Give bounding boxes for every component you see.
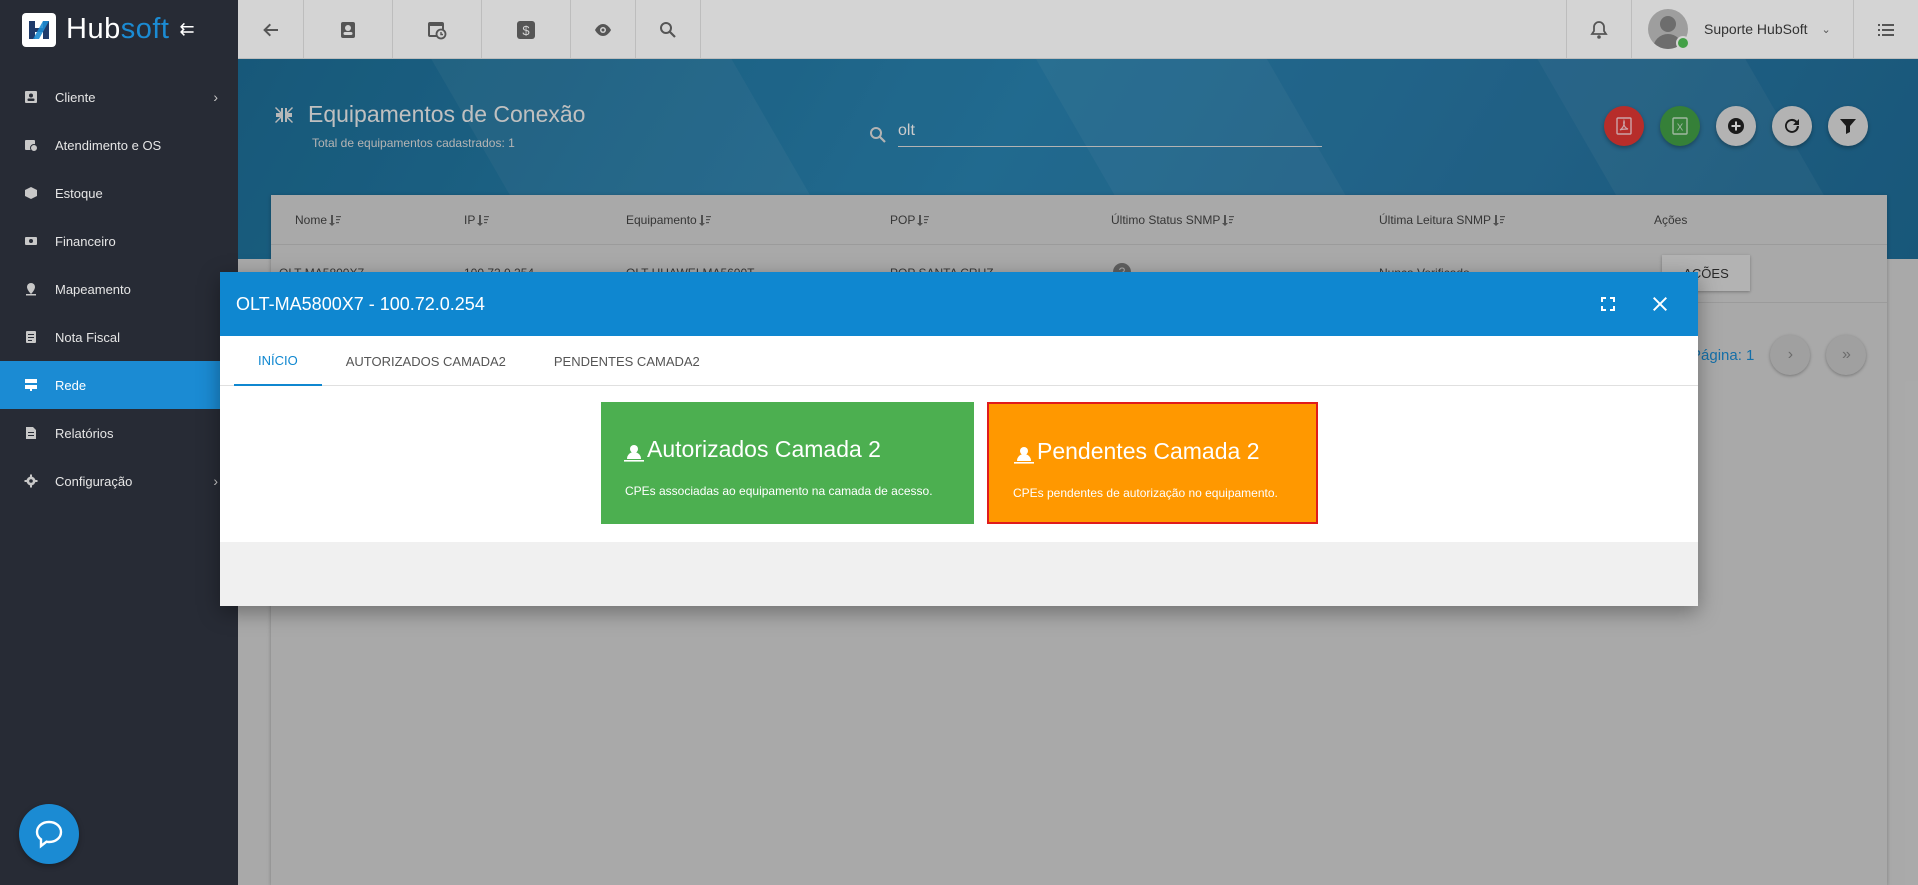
sidebar-item-label: Estoque [55,185,103,201]
modal-tabs: INÍCIO AUTORIZADOS CAMADA2 PENDENTES CAM… [220,336,1698,386]
notifications-button[interactable] [1567,0,1632,59]
user-name: Suporte HubSoft [1704,21,1808,37]
money-icon [25,237,37,245]
sidebar-item-label: Mapeamento [55,281,131,297]
box-icon [25,187,37,199]
tab-inicio[interactable]: INÍCIO [234,336,322,386]
online-status-icon [1676,36,1690,50]
chevron-right-icon: › [213,473,218,489]
fullscreen-icon [1601,297,1615,311]
sidebar-item-label: Atendimento e OS [55,137,162,153]
tile-title-text: Pendentes Camada 2 [1037,438,1260,464]
contact-card-icon [25,91,37,103]
pendentes-camada2-tile[interactable]: Pendentes Camada 2 CPEs pendentes de aut… [987,402,1318,524]
topbar-spacer [701,0,1567,58]
chat-button[interactable] [19,804,79,864]
sidebar-item-atendimento[interactable]: Atendimento e OS [0,121,238,169]
tab-autorizados-camada2[interactable]: AUTORIZADOS CAMADA2 [322,336,530,386]
sidebar-item-label: Financeiro [55,233,116,249]
sidebar-item-label: Configuração [55,473,133,489]
server-icon [25,379,37,391]
list-menu-button[interactable] [1854,0,1918,59]
close-button[interactable] [1648,292,1672,316]
back-button[interactable] [238,0,304,59]
search-icon [660,21,676,38]
user-network-icon [1014,447,1034,464]
top-bar: $ Suporte HubSoft ⌄ [238,0,1918,59]
map-pin-icon [26,283,36,296]
sidebar-item-mapeamento[interactable]: Mapeamento [0,265,238,313]
tile-description: CPEs pendentes de autorização no equipam… [1013,486,1278,500]
modal-title: OLT-MA5800X7 - 100.72.0.254 [236,293,485,314]
logo-hub-text: Hub [66,13,121,45]
eye-icon [595,23,611,36]
arrow-left-icon [262,23,278,36]
tile-title: Pendentes Camada 2 [1013,438,1260,465]
user-network-icon [624,445,644,462]
tile-title: Autorizados Camada 2 [623,436,881,463]
tab-pendentes-camada2[interactable]: PENDENTES CAMADA2 [530,336,724,386]
clients-button[interactable] [304,0,393,59]
chat-bubble-icon [35,820,63,849]
sidebar-item-relatorios[interactable]: Relatórios [0,409,238,457]
sidebar-item-label: Rede [55,377,87,393]
search-button[interactable] [636,0,701,59]
hubsoft-logo-icon [22,12,56,47]
document-icon [26,331,36,343]
sidebar-item-cliente[interactable]: Cliente › [0,73,238,121]
logo-text: Hubsoft [66,13,169,46]
schedule-button[interactable] [393,0,482,59]
modal-body: Autorizados Camada 2 CPEs associadas ao … [220,386,1698,542]
user-menu[interactable]: Suporte HubSoft ⌄ [1632,0,1854,58]
chevron-down-icon: ⌄ [1821,23,1831,36]
sidebar: Hubsoft ⇇ Cliente › Atendimento e OS Est… [0,0,238,885]
autorizados-camada2-tile[interactable]: Autorizados Camada 2 CPEs associadas ao … [601,402,974,524]
sidebar-item-rede[interactable]: Rede [0,361,238,409]
collapse-menu-icon[interactable]: ⇇ [179,19,194,40]
avatar [1648,9,1690,50]
sidebar-item-configuracao[interactable]: Configuração › [0,457,238,505]
view-button[interactable] [571,0,636,59]
fullscreen-button[interactable] [1596,292,1620,316]
finance-button[interactable]: $ [482,0,571,59]
sidebar-menu: Cliente › Atendimento e OS Estoque Finan… [0,73,238,505]
svg-text:$: $ [522,23,530,38]
sidebar-item-label: Relatórios [55,425,114,441]
sidebar-item-label: Cliente [55,89,96,105]
gear-icon [24,474,38,488]
calendar-clock-icon [25,140,38,152]
logo-soft-text: soft [120,13,170,45]
chevron-right-icon: › [213,89,218,105]
contact-card-icon [341,21,355,38]
equipment-modal: OLT-MA5800X7 - 100.72.0.254 INÍCIO AUTOR… [220,272,1698,606]
close-icon [1653,297,1667,311]
sidebar-item-financeiro[interactable]: Financeiro [0,217,238,265]
report-icon [26,427,36,439]
dollar-icon: $ [517,20,535,39]
logo-bar: Hubsoft ⇇ [0,0,238,59]
tile-description: CPEs associadas ao equipamento na camada… [625,484,933,498]
tile-title-text: Autorizados Camada 2 [647,436,881,462]
sidebar-item-label: Nota Fiscal [55,329,121,345]
sidebar-item-nota-fiscal[interactable]: Nota Fiscal [0,313,238,361]
modal-header: OLT-MA5800X7 - 100.72.0.254 [220,272,1698,336]
list-icon [1878,23,1894,36]
bell-icon [1590,20,1608,39]
sidebar-item-estoque[interactable]: Estoque [0,169,238,217]
modal-footer [220,542,1698,606]
calendar-clock-icon [428,21,447,39]
